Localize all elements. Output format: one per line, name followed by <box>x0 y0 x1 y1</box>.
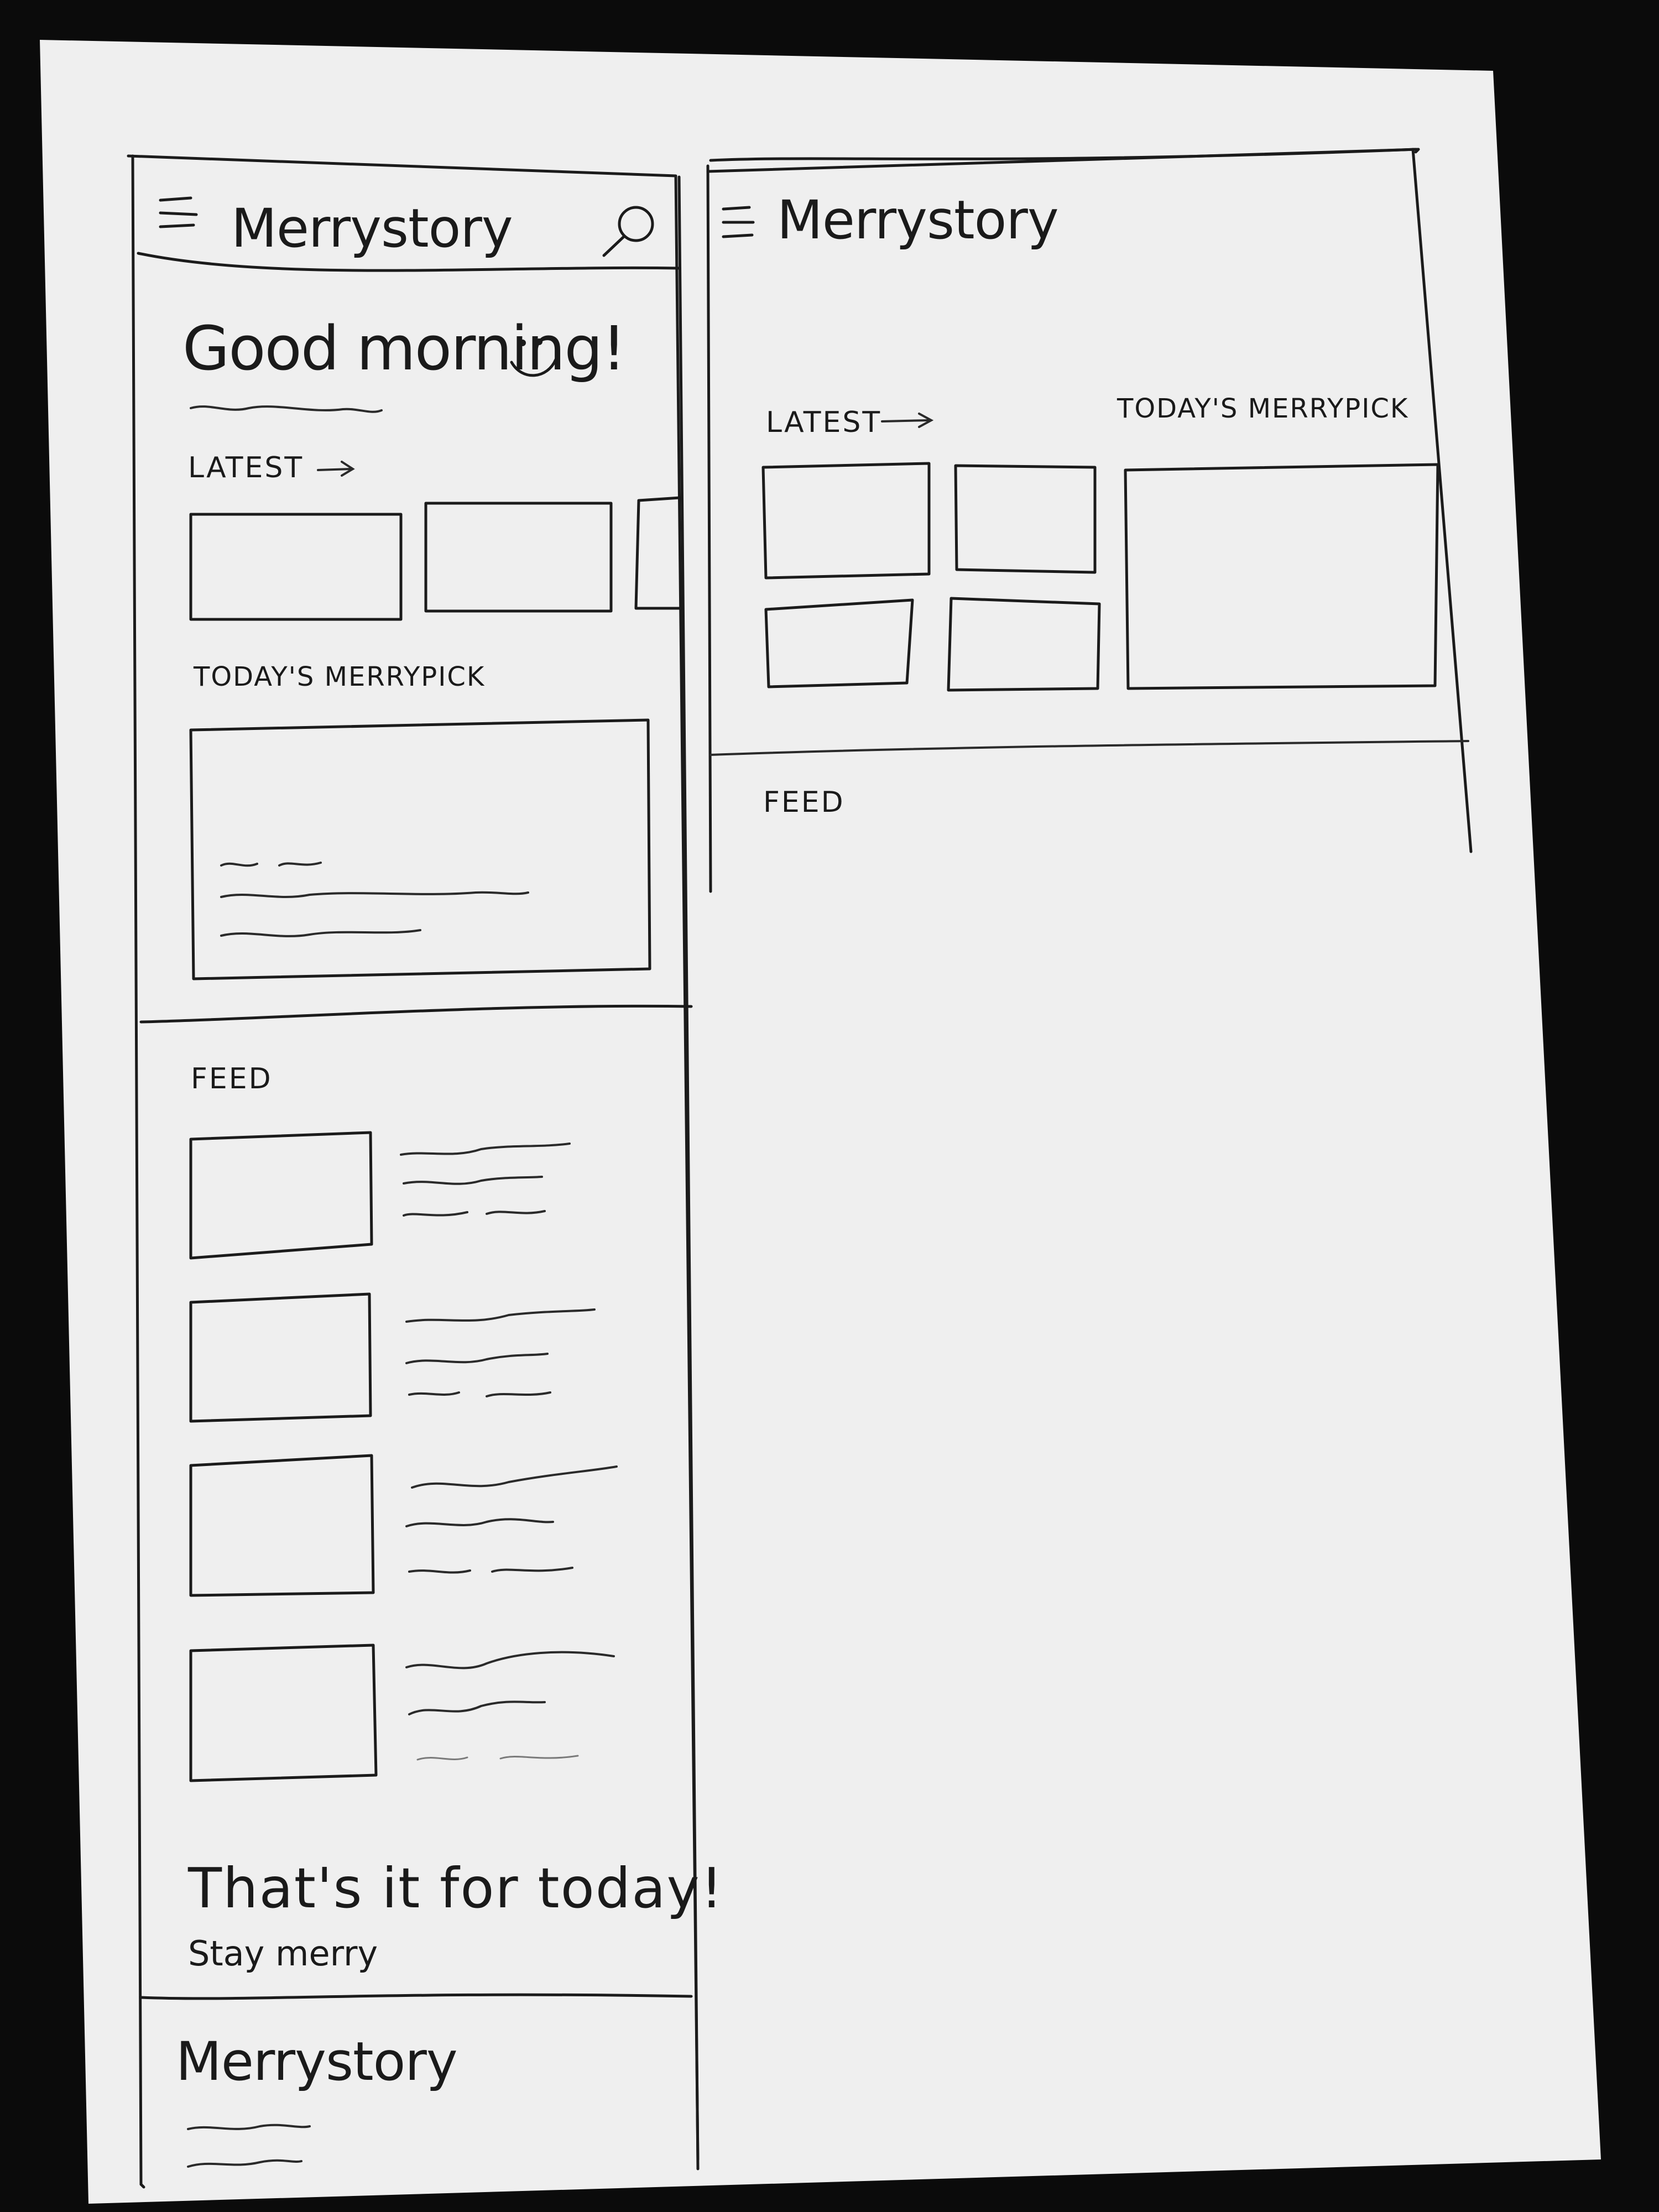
mobile-merrypick-label: TODAY'S MERRYPICK <box>194 661 486 692</box>
mobile-feed-label: FEED <box>191 1062 273 1095</box>
tablet-feed-label: FEED <box>763 786 845 819</box>
mobile-latest-label[interactable]: LATEST <box>188 453 304 482</box>
mobile-end-title: That's it for today! <box>188 1856 724 1921</box>
tablet-app-title: Merrystory <box>777 189 1059 251</box>
mobile-app-title: Merrystory <box>231 197 513 259</box>
tablet-merrypick-label: TODAY'S MERRYPICK <box>1117 393 1409 424</box>
mobile-greeting: Good morning! <box>182 313 626 384</box>
tablet-latest-label[interactable]: LATEST <box>766 408 881 437</box>
mobile-footer-title: Merrystory <box>176 2031 458 2093</box>
mobile-end-subtitle: Stay merry <box>188 1933 378 1974</box>
